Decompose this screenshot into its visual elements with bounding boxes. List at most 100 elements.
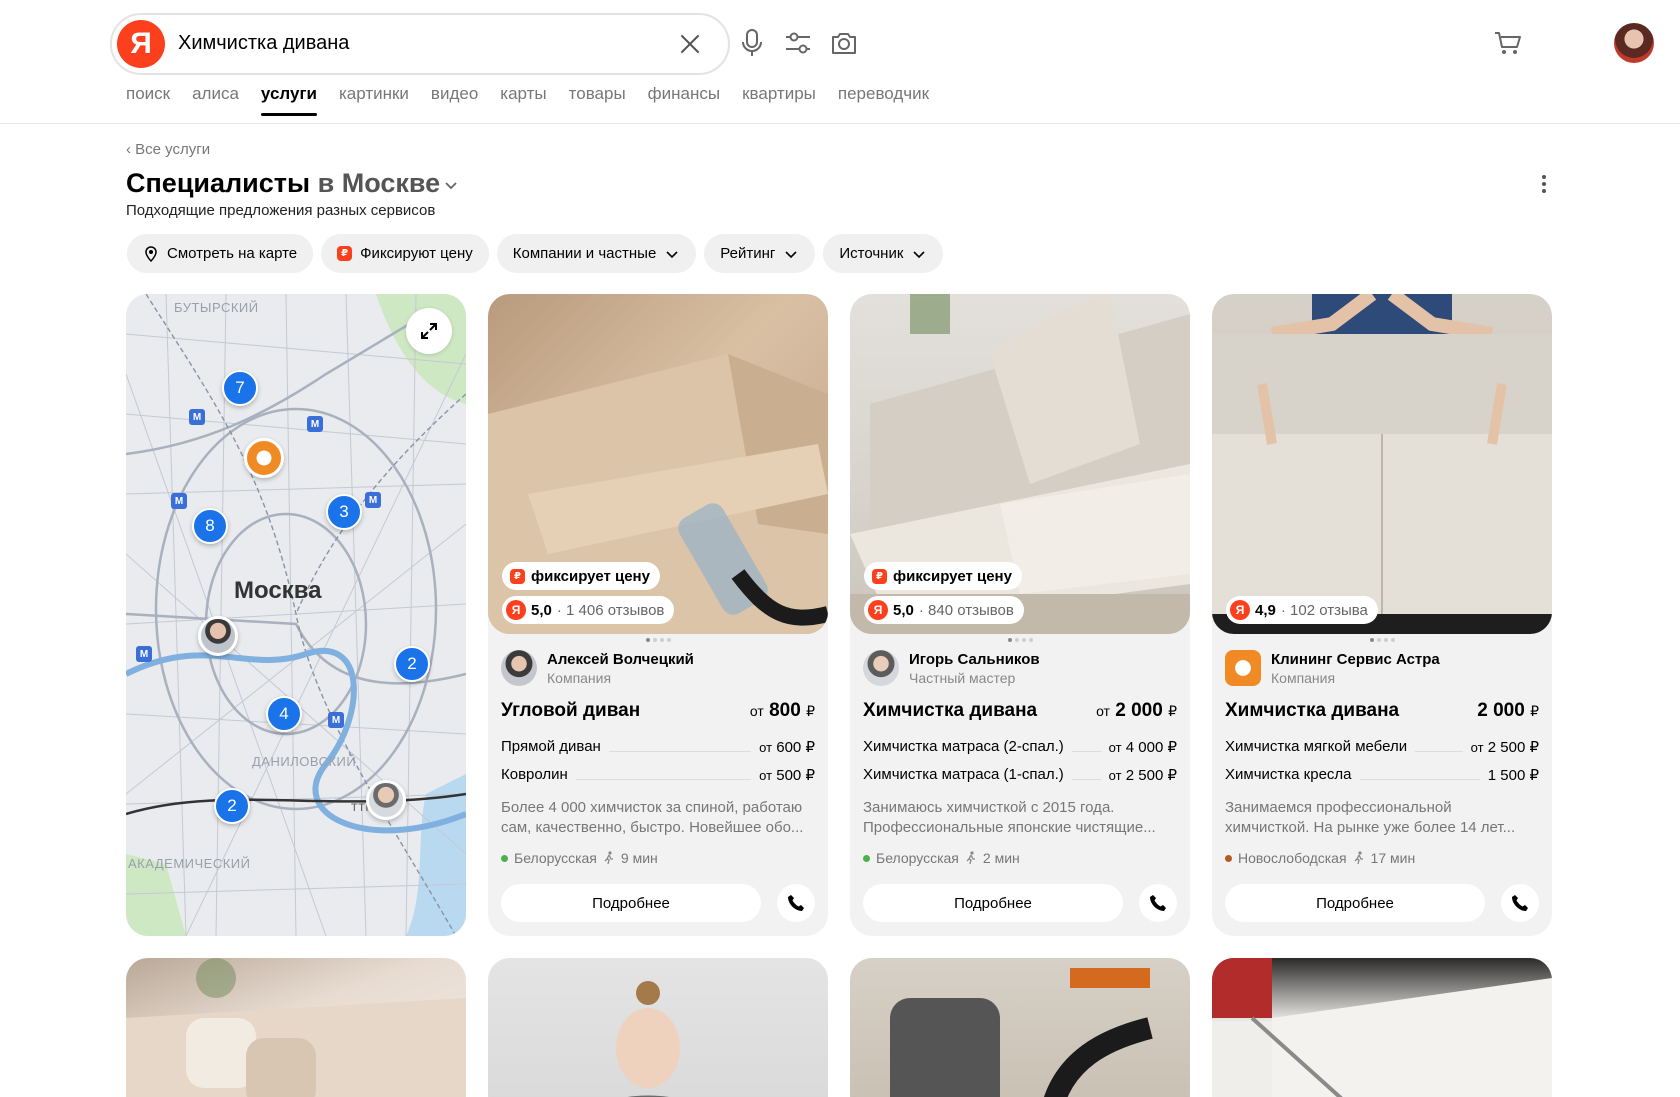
- provider-name[interactable]: Алексей Волчецкий: [547, 651, 694, 668]
- map-cluster-pin[interactable]: 3: [326, 494, 362, 530]
- cart-icon[interactable]: [1492, 27, 1524, 59]
- map-cluster-pin[interactable]: 4: [266, 696, 302, 732]
- rating-tag[interactable]: Я 5,0 · 840 отзывов: [864, 596, 1024, 624]
- service-card-photo[interactable]: [1212, 958, 1552, 1097]
- chevron-down-icon: [666, 250, 678, 258]
- map-cluster-pin[interactable]: 8: [192, 508, 228, 544]
- specialist-photo-map-pin[interactable]: [198, 616, 238, 656]
- metro-station-icon: М: [171, 493, 187, 509]
- map-cluster-pin[interactable]: 2: [214, 788, 250, 824]
- tab-alisa[interactable]: алиса: [192, 84, 239, 116]
- service-card[interactable]: ₽ фиксирует цену Я 5,0 · 840 отзывов Иго…: [850, 294, 1190, 936]
- back-to-all-services-link[interactable]: ‹ Все услуги: [126, 141, 210, 158]
- details-button[interactable]: Подробнее: [1225, 884, 1485, 922]
- price-value: 1 500 ₽: [1487, 767, 1539, 784]
- search-box[interactable]: Я Химчистка дивана: [110, 13, 730, 75]
- provider-name[interactable]: Игорь Сальников: [909, 651, 1040, 668]
- details-button[interactable]: Подробнее: [863, 884, 1123, 922]
- service-photo[interactable]: ₽ фиксирует цену Я 5,0 · 840 отзывов: [850, 294, 1190, 634]
- map-cluster-pin[interactable]: 7: [222, 370, 258, 406]
- tab-finansy[interactable]: финансы: [648, 84, 720, 116]
- filter-settings-icon[interactable]: [782, 27, 814, 59]
- currency-sign: ₽: [806, 703, 815, 719]
- tab-tovary[interactable]: товары: [569, 84, 626, 116]
- currency-sign: ₽: [1530, 703, 1539, 719]
- filters-bar: Смотреть на карте ₽ Фиксируют цену Компа…: [127, 234, 944, 273]
- tab-perevodchik[interactable]: переводчик: [838, 84, 929, 116]
- service-name: Химчистка кресла: [1225, 766, 1352, 783]
- tab-kartinki[interactable]: картинки: [339, 84, 409, 116]
- companies-filter-chip[interactable]: Компании и частные: [496, 234, 697, 273]
- specialist-photo-map-pin[interactable]: [366, 780, 406, 820]
- map-background[interactable]: [126, 294, 466, 936]
- company-logo-map-pin[interactable]: [244, 438, 284, 478]
- provider-info[interactable]: Игорь Сальников Частный мастер: [863, 650, 1040, 686]
- price-prefix: от: [759, 740, 773, 755]
- expand-map-button[interactable]: [406, 308, 452, 354]
- service-photo[interactable]: Я 4,9 · 102 отзыва: [1212, 294, 1552, 634]
- clear-icon[interactable]: [676, 30, 704, 58]
- reviews-count: · 1 406 отзывов: [556, 601, 665, 619]
- service-name: Химчистка мягкой мебели: [1225, 738, 1408, 755]
- price-value: 600 ₽: [776, 739, 815, 756]
- tab-video[interactable]: видео: [431, 84, 478, 116]
- rating-tag[interactable]: Я 5,0 · 1 406 отзывов: [502, 596, 675, 624]
- user-avatar[interactable]: [1614, 23, 1654, 63]
- service-price: от 600 ₽: [759, 738, 815, 756]
- microphone-icon[interactable]: [736, 27, 768, 59]
- city-label[interactable]: в Москве: [318, 168, 441, 198]
- provider-avatar[interactable]: [863, 650, 899, 686]
- search-tabs: поиск алиса услуги картинки видео карты …: [126, 84, 929, 116]
- map-district-label: ДАНИЛОВСКИЙ: [252, 754, 357, 769]
- show-on-map-chip[interactable]: Смотреть на карте: [127, 234, 314, 273]
- rating-filter-chip[interactable]: Рейтинг: [704, 234, 816, 273]
- metro-info: Белорусская 2 мин: [863, 850, 1020, 866]
- main-service-price: от 2 000 ₽: [1096, 700, 1177, 722]
- tab-poisk[interactable]: поиск: [126, 84, 170, 116]
- call-button[interactable]: [1501, 884, 1539, 922]
- tab-karty[interactable]: карты: [500, 84, 546, 116]
- service-card-photo[interactable]: [126, 958, 466, 1097]
- map-card[interactable]: БУТЫРСКИЙ ДАНИЛОВСКИЙ АКАДЕМИЧЕСКИЙ ТТК …: [126, 294, 466, 936]
- metro-info: Белорусская 9 мин: [501, 850, 658, 866]
- fixed-price-chip[interactable]: ₽ Фиксируют цену: [321, 234, 489, 273]
- service-card[interactable]: ₽ фиксирует цену Я 5,0 · 1 406 отзывов А…: [488, 294, 828, 936]
- provider-info[interactable]: Клининг Сервис Астра Компания: [1225, 650, 1440, 686]
- camera-search-icon[interactable]: [828, 27, 860, 59]
- rating-value: 5,0: [531, 601, 552, 619]
- tab-kvartiry[interactable]: квартиры: [742, 84, 816, 116]
- provider-name[interactable]: Клининг Сервис Астра: [1271, 651, 1440, 668]
- call-button[interactable]: [777, 884, 815, 922]
- search-input[interactable]: Химчистка дивана: [178, 32, 349, 55]
- chevron-down-icon[interactable]: [444, 178, 458, 192]
- city-selector[interactable]: в Москве: [318, 168, 459, 198]
- provider-info[interactable]: Алексей Волчецкий Компания: [501, 650, 694, 686]
- location-pin-icon: [145, 245, 157, 262]
- yandex-logo[interactable]: Я: [117, 20, 165, 68]
- company-logo[interactable]: [1225, 650, 1261, 686]
- price-row: Ковролин от 500 ₽: [501, 766, 815, 784]
- yandex-logo-icon: Я: [1230, 600, 1250, 620]
- more-options-icon[interactable]: [1536, 172, 1552, 196]
- service-card-photo[interactable]: [850, 958, 1190, 1097]
- service-card[interactable]: Я 4,9 · 102 отзыва Клининг Сервис Астра …: [1212, 294, 1552, 936]
- rating-tag[interactable]: Я 4,9 · 102 отзыва: [1226, 596, 1378, 624]
- page-title-main: Специалисты: [126, 168, 311, 198]
- provider-avatar[interactable]: [501, 650, 537, 686]
- sofa-with-pillows-illustration: [126, 958, 466, 1097]
- call-button[interactable]: [1139, 884, 1177, 922]
- price-value: 500 ₽: [776, 767, 815, 784]
- main-service-name: Химчистка дивана: [1225, 700, 1400, 721]
- walk-time: 9 мин: [620, 850, 658, 866]
- tab-uslugi[interactable]: услуги: [260, 84, 318, 116]
- map-cluster-pin[interactable]: 2: [394, 646, 430, 682]
- details-button[interactable]: Подробнее: [501, 884, 761, 922]
- price-row: Химчистка матраса (1-спал.) от 2 500 ₽: [863, 766, 1177, 784]
- metro-station-icon: М: [307, 416, 323, 432]
- service-photo[interactable]: ₽ фиксирует цену Я 5,0 · 1 406 отзывов: [488, 294, 828, 634]
- chip-label: Компании и частные: [512, 245, 657, 262]
- service-price: от 2 500 ₽: [1109, 766, 1177, 784]
- service-card-photo[interactable]: [488, 958, 828, 1097]
- price-row: Химчистка мягкой мебели от 2 500 ₽: [1225, 738, 1539, 756]
- source-filter-chip[interactable]: Источник: [823, 234, 944, 273]
